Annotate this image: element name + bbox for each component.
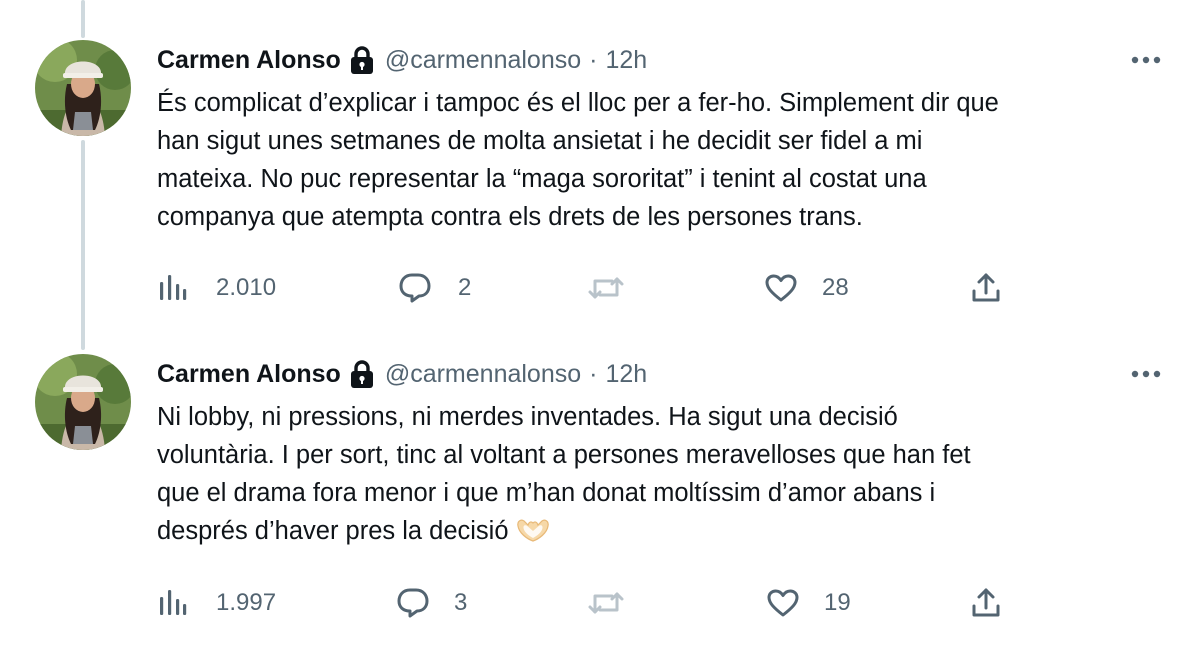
tweet[interactable]: Carmen Alonso @carmennalonso · 12h És co… xyxy=(0,40,1200,330)
tweet-text-line: mateixa. No puc representar la “maga sor… xyxy=(157,165,927,193)
timestamp[interactable]: 12h xyxy=(605,356,647,392)
thread-line-top xyxy=(81,0,85,38)
views-count: 1.997 xyxy=(216,589,277,616)
more-options-icon[interactable] xyxy=(1128,42,1164,78)
retweet-icon xyxy=(588,592,624,614)
tweet[interactable]: Carmen Alonso @carmennalonso · 12h Ni lo… xyxy=(0,354,1200,644)
lock-icon xyxy=(349,45,375,75)
retweet-button[interactable] xyxy=(586,268,646,308)
tweet-header: Carmen Alonso @carmennalonso · 12h xyxy=(157,42,647,78)
timestamp[interactable]: 12h xyxy=(605,42,647,78)
avatar[interactable] xyxy=(35,354,131,450)
share-icon xyxy=(972,273,1000,302)
reply-icon xyxy=(399,273,431,303)
heart-hands-icon xyxy=(515,516,551,554)
tweet-header: Carmen Alonso @carmennalonso · 12h xyxy=(157,356,647,392)
reply-button[interactable]: 2 xyxy=(398,268,471,308)
separator-dot: · xyxy=(589,360,598,388)
tweet-text-line: voluntària. I per sort, tinc al voltant … xyxy=(157,441,971,469)
views-button[interactable]: 2.010 xyxy=(158,268,276,308)
views-count: 2.010 xyxy=(216,274,277,301)
author-handle[interactable]: @carmennalonso xyxy=(385,356,581,392)
share-button[interactable] xyxy=(970,268,1002,308)
reply-icon xyxy=(397,588,429,618)
heart-icon xyxy=(765,274,797,302)
heart-icon xyxy=(767,589,799,617)
reply-button[interactable]: 3 xyxy=(396,583,467,623)
like-count: 28 xyxy=(822,274,849,301)
tweet-text: Ni lobby, ni pressions, ni merdes invent… xyxy=(157,398,1167,554)
tweet-text-line: Ni lobby, ni pressions, ni merdes invent… xyxy=(157,403,898,431)
views-icon xyxy=(160,590,187,615)
separator-dot: · xyxy=(589,46,598,74)
avatar[interactable] xyxy=(35,40,131,136)
retweet-icon xyxy=(588,277,624,299)
views-icon xyxy=(160,275,187,300)
share-icon xyxy=(972,588,1000,617)
tweet-text-line: companya que atempta contra els drets de… xyxy=(157,203,863,231)
tweet-text-line: És complicat d’explicar i tampoc és el l… xyxy=(157,89,999,117)
lock-icon xyxy=(349,359,375,389)
tweet-text-line-content: després d’haver pres la decisió xyxy=(157,517,509,545)
reply-count: 3 xyxy=(454,589,468,616)
author-handle[interactable]: @carmennalonso xyxy=(385,42,581,78)
author-name[interactable]: Carmen Alonso xyxy=(157,356,341,392)
tweet-text-line: han sigut unes setmanes de molta ansieta… xyxy=(157,127,923,155)
like-count: 19 xyxy=(824,589,851,616)
more-options-icon[interactable] xyxy=(1128,356,1164,392)
tweet-text-line: que el drama fora menor i que m’han dona… xyxy=(157,479,936,507)
tweet-text: És complicat d’explicar i tampoc és el l… xyxy=(157,84,1167,236)
avatar-photo xyxy=(35,354,131,450)
avatar-photo xyxy=(35,40,131,136)
retweet-button[interactable] xyxy=(586,583,646,623)
author-name[interactable]: Carmen Alonso xyxy=(157,42,341,78)
share-button[interactable] xyxy=(970,583,1002,623)
tweet-text-line: després d’haver pres la decisió xyxy=(157,512,1167,554)
like-button[interactable]: 28 xyxy=(764,268,849,308)
reply-count: 2 xyxy=(458,274,472,301)
views-button[interactable]: 1.997 xyxy=(158,583,276,623)
like-button[interactable]: 19 xyxy=(766,583,851,623)
